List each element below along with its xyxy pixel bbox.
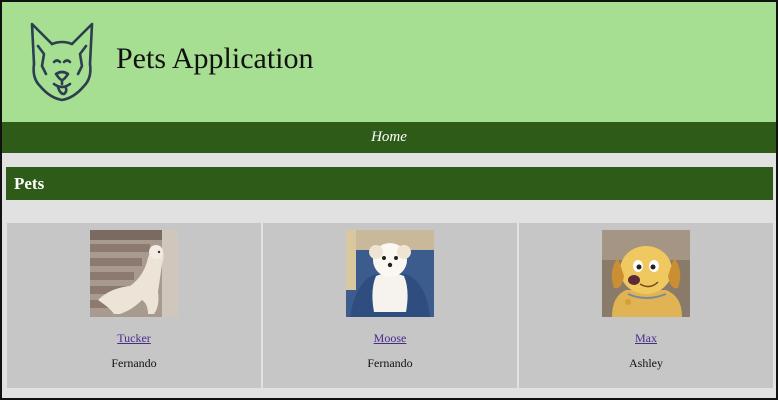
nav-bar: Home: [2, 122, 776, 153]
section-title: Pets: [14, 174, 45, 193]
pet-owner: Ashley: [629, 356, 663, 370]
pet-card: Max Ashley: [519, 223, 773, 388]
cartoon-golden-dog-photo[interactable]: [602, 230, 690, 317]
white-fluffy-dog-photo[interactable]: [346, 230, 434, 317]
golden-retriever-on-stairs-photo[interactable]: [90, 230, 178, 317]
section-header: Pets: [6, 167, 773, 200]
pet-link[interactable]: Tucker: [7, 331, 261, 346]
pet-link[interactable]: Max: [519, 331, 773, 346]
dog-head-icon: [24, 16, 100, 104]
app-frame: Pets Application Home Pets Tucker Fernan…: [0, 0, 778, 400]
nav-home-link[interactable]: Home: [2, 122, 776, 153]
pet-link[interactable]: Moose: [263, 331, 517, 346]
pet-card: Tucker Fernando: [7, 223, 261, 388]
app-title: Pets Application: [116, 42, 314, 75]
pet-owner: Fernando: [111, 356, 157, 370]
header: Pets Application: [2, 2, 776, 122]
pet-owner: Fernando: [367, 356, 413, 370]
pet-card: Moose Fernando: [263, 223, 517, 388]
pet-card-list: Tucker Fernando Moose Fernando Max Ashle…: [7, 223, 773, 388]
